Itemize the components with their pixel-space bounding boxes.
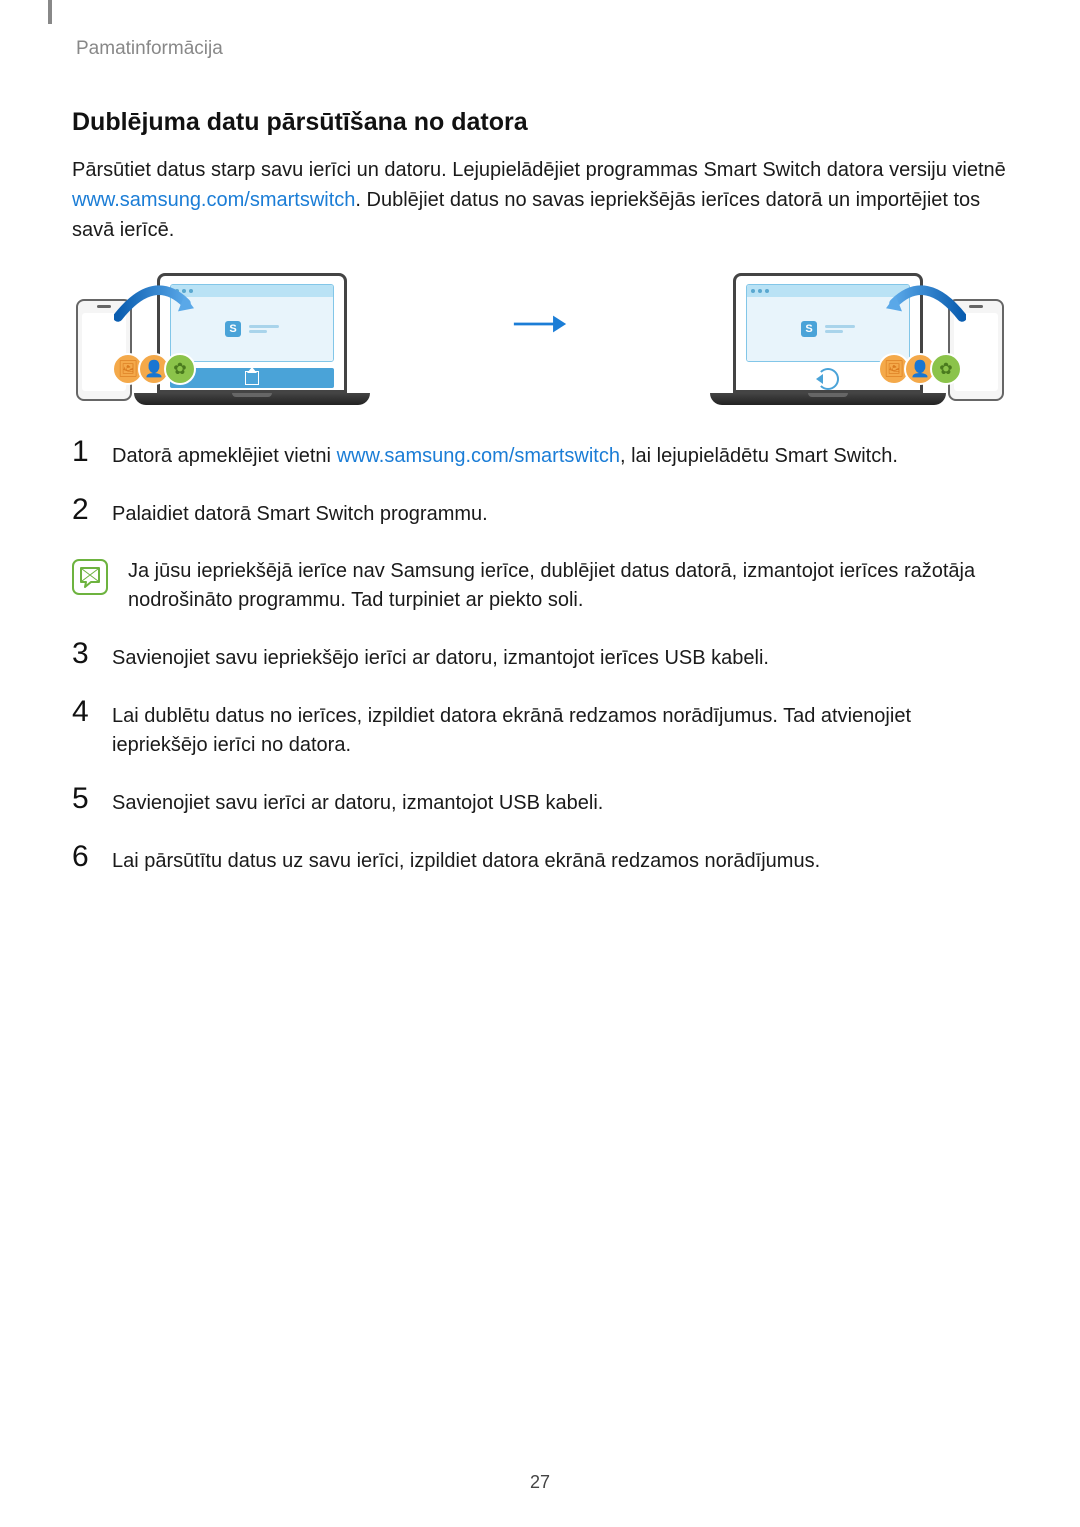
settings-badge-icon: ✿ <box>930 353 962 385</box>
transfer-arrow-icon <box>886 281 966 325</box>
step-text: Palaidiet datorā Smart Switch programmu. <box>112 499 488 529</box>
section-title: Dublējuma datu pārsūtīšana no datora <box>72 108 1008 137</box>
data-badges-icon: 🖼 👤 ✿ <box>118 353 196 385</box>
step-number: 2 <box>72 495 94 525</box>
step-2: 2 Palaidiet datorā Smart Switch programm… <box>72 499 1008 529</box>
smartswitch-s-icon: S <box>225 321 241 337</box>
page-tab-mark <box>48 0 52 24</box>
header-section-label: Pamatinformācija <box>76 38 1008 60</box>
illustration: 🖼 👤 ✿ S <box>76 273 1004 405</box>
step-number: 6 <box>72 842 94 872</box>
note-text: Ja jūsu iepriekšējā ierīce nav Samsung i… <box>128 557 1008 615</box>
step-5: 5 Savienojiet savu ierīci ar datoru, izm… <box>72 788 1008 818</box>
note-icon <box>72 559 108 595</box>
step-4: 4 Lai dublētu datus no ierīces, izpildie… <box>72 701 1008 760</box>
steps-list: 1 Datorā apmeklējiet vietni www.samsung.… <box>72 441 1008 876</box>
arrow-right-icon <box>510 311 570 337</box>
step-text-pre: Datorā apmeklējiet vietni <box>112 445 337 467</box>
step-1: 1 Datorā apmeklējiet vietni www.samsung.… <box>72 441 1008 471</box>
note-callout: Ja jūsu iepriekšējā ierīce nav Samsung i… <box>72 557 1008 615</box>
data-badges-icon: 🖼 👤 ✿ <box>884 353 962 385</box>
step-3: 3 Savienojiet savu iepriekšējo ierīci ar… <box>72 643 1008 673</box>
intro-text-pre: Pārsūtiet datus starp savu ierīci un dat… <box>72 159 1006 181</box>
upload-icon <box>245 371 259 385</box>
illustration-left-group: 🖼 👤 ✿ S <box>76 273 370 405</box>
restore-icon <box>817 368 839 390</box>
step-6: 6 Lai pārsūtītu datus uz savu ierīci, iz… <box>72 846 1008 876</box>
page-number: 27 <box>0 1472 1080 1493</box>
settings-badge-icon: ✿ <box>164 353 196 385</box>
step-number: 3 <box>72 639 94 669</box>
step-text-post: , lai lejupielādētu Smart Switch. <box>620 445 898 467</box>
step-number: 4 <box>72 697 94 727</box>
intro-paragraph: Pārsūtiet datus starp savu ierīci un dat… <box>72 155 1008 245</box>
step-text: Lai pārsūtītu datus uz savu ierīci, izpi… <box>112 846 820 876</box>
step-number: 1 <box>72 437 94 467</box>
smartswitch-s-icon: S <box>801 321 817 337</box>
intro-link[interactable]: www.samsung.com/smartswitch <box>72 189 355 211</box>
step-text: Lai dublētu datus no ierīces, izpildiet … <box>112 701 1008 760</box>
step-number: 5 <box>72 784 94 814</box>
step-text: Savienojiet savu iepriekšējo ierīci ar d… <box>112 643 769 673</box>
step-text: Savienojiet savu ierīci ar datoru, izman… <box>112 788 603 818</box>
illustration-right-group: S 🖼 👤 ✿ <box>710 273 1004 405</box>
transfer-arrow-icon <box>114 281 194 325</box>
step-1-link[interactable]: www.samsung.com/smartswitch <box>337 445 620 467</box>
